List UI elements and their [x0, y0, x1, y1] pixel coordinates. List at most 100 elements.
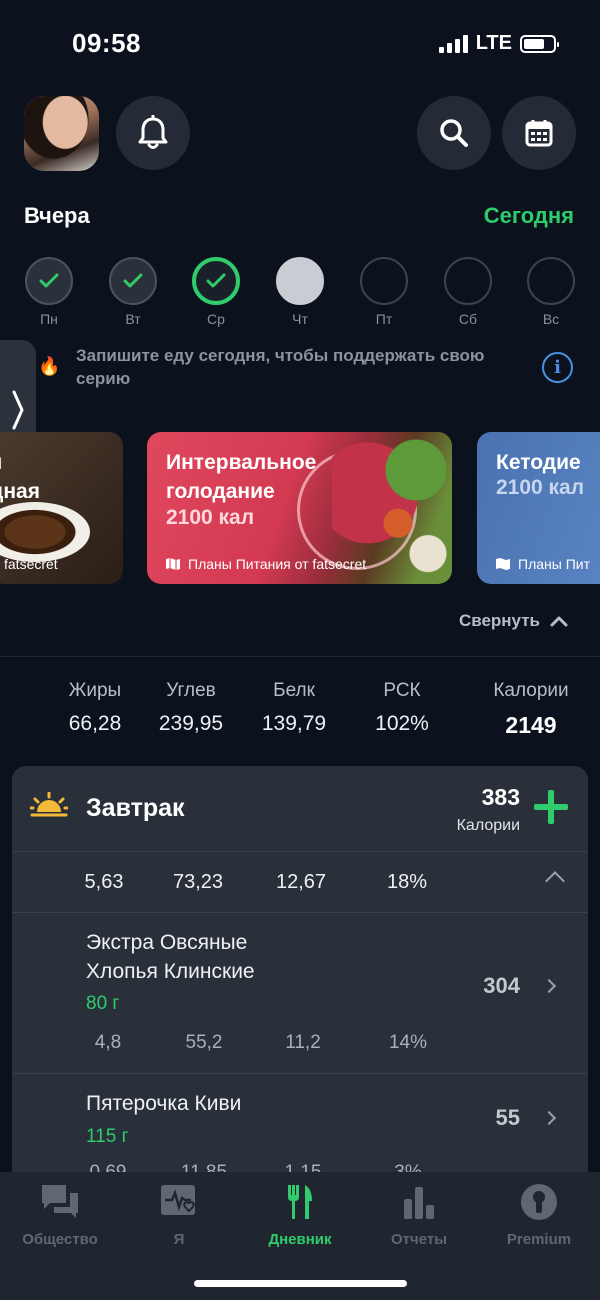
plan-calories: 2100 кал — [496, 476, 585, 499]
fat-header: Жиры — [68, 680, 122, 701]
plan-card[interactable]: я дная fatsecret — [0, 432, 123, 584]
plan-title: Интервальное голодание — [166, 451, 317, 503]
day-label: Вт — [125, 311, 141, 327]
divider — [12, 912, 588, 913]
calendar-button[interactable] — [502, 96, 576, 170]
day-sat[interactable]: Сб — [443, 257, 493, 327]
day-sun[interactable]: Вс — [526, 257, 576, 327]
avatar[interactable] — [24, 96, 99, 171]
search-icon — [440, 119, 468, 147]
info-icon[interactable]: i — [542, 352, 573, 383]
food-name: Экстра Овсяные Хлопья Клинские — [86, 931, 255, 983]
tab-label: Я — [173, 1231, 185, 1248]
status-indicators: LTE — [438, 32, 559, 55]
meal-protein: 12,67 — [275, 871, 327, 893]
food-quantity: 80 г — [86, 993, 120, 1014]
search-button[interactable] — [417, 96, 491, 170]
plan-card[interactable]: Кетодие 2100 кал Планы Пит — [477, 432, 600, 584]
meal-rdi: 18% — [386, 871, 428, 893]
premium-icon — [521, 1184, 557, 1220]
battery-icon — [520, 34, 559, 53]
day-label: Чт — [292, 311, 308, 327]
carbs-value: 239,95 — [158, 712, 224, 735]
yesterday-link[interactable]: Вчера — [24, 203, 90, 229]
bell-icon — [138, 115, 168, 149]
tab-reports[interactable]: Отчеты — [359, 1182, 479, 1248]
chevron-up-icon — [550, 616, 568, 627]
day-wed[interactable]: Ср — [191, 257, 241, 327]
plan-title: Кетодие — [496, 451, 581, 474]
today-link[interactable]: Сегодня — [484, 203, 574, 229]
collapse-button[interactable]: Свернуть — [459, 611, 568, 631]
calories-value: 2149 — [505, 712, 557, 738]
day-mon[interactable]: Пн — [24, 257, 74, 327]
signal-icon — [438, 34, 468, 53]
add-food-button[interactable] — [534, 790, 568, 824]
tab-diary[interactable]: Дневник — [240, 1182, 360, 1248]
protein-total: Белк 139,79 — [244, 680, 344, 736]
plan-footer: Планы Пит — [496, 556, 590, 572]
tab-label: Дневник — [268, 1231, 332, 1248]
protein-value: 139,79 — [261, 712, 327, 735]
check-icon — [109, 257, 157, 305]
calories-total: Калории 2149 — [466, 680, 596, 739]
chevron-right-icon — [12, 390, 24, 430]
meal-calories: 383 — [481, 784, 520, 810]
fork-knife-icon — [288, 1185, 312, 1219]
plan-footer: fatsecret — [4, 556, 58, 572]
meal-name: Завтрак — [86, 794, 185, 822]
day-label: Пт — [375, 311, 393, 327]
day-label: Ср — [207, 311, 225, 327]
rdi-value: 102% — [375, 712, 429, 735]
carbs-header: Углев — [166, 680, 216, 701]
food-fat: 4,8 — [94, 1032, 122, 1053]
day-label: Сб — [458, 311, 478, 327]
plan-card-intermittent-fasting[interactable]: Интервальное голодание 2100 кал Планы Пи… — [147, 432, 452, 584]
collapse-label: Свернуть — [458, 611, 540, 630]
tab-label: Общество — [22, 1231, 98, 1248]
day-thu[interactable]: Чт — [275, 257, 325, 327]
divider — [12, 851, 588, 852]
bar-chart-icon — [404, 1187, 434, 1219]
fat-total: Жиры 66,28 — [45, 680, 145, 736]
tab-label: Отчеты — [390, 1231, 448, 1248]
food-rdi: 14% — [388, 1032, 428, 1053]
chevron-right-icon — [541, 1110, 557, 1126]
tab-me[interactable]: Я — [119, 1182, 239, 1248]
chat-icon — [42, 1185, 78, 1218]
food-carbs: 55,2 — [185, 1032, 223, 1053]
tab-community[interactable]: Общество — [0, 1182, 120, 1248]
day-fri[interactable]: Пт — [359, 257, 409, 327]
map-icon — [496, 558, 510, 570]
day-marker — [444, 257, 492, 305]
food-name: Пятерочка Киви — [86, 1092, 242, 1115]
streak-message: Запишите еду сегодня, чтобы поддержать с… — [76, 346, 485, 388]
fat-value: 66,28 — [68, 712, 122, 735]
day-marker — [276, 257, 324, 305]
food-image — [0, 502, 90, 562]
sunrise-icon — [30, 792, 68, 817]
flame-icon: 🔥 — [38, 356, 61, 376]
day-label: Пн — [40, 311, 58, 327]
protein-header: Белк — [273, 680, 315, 701]
food-quantity: 115 г — [86, 1126, 129, 1147]
food-calories: 304 — [483, 973, 520, 998]
plan-title: я дная — [0, 451, 40, 503]
day-marker — [527, 257, 575, 305]
food-calories: 55 — [495, 1105, 520, 1130]
collapse-meal-icon[interactable] — [545, 871, 565, 891]
check-icon — [25, 257, 73, 305]
tab-premium[interactable]: Premium — [479, 1182, 599, 1248]
check-icon — [192, 257, 240, 305]
meal-calories-label: Калории — [456, 817, 520, 834]
divider — [0, 656, 600, 657]
health-icon — [161, 1185, 195, 1215]
plan-calories: 2100 кал — [166, 506, 255, 529]
calories-header: Калории — [493, 680, 569, 701]
meal-breakfast[interactable]: Завтрак 383 Калории 5,63 73,23 12,67 18%… — [12, 766, 588, 1186]
meal-carbs: 73,23 — [172, 871, 224, 893]
notifications-button[interactable] — [116, 96, 190, 170]
rdi-total: РСК 102% — [352, 680, 452, 736]
day-tue[interactable]: Вт — [108, 257, 158, 327]
carbs-total: Углев 239,95 — [141, 680, 241, 736]
